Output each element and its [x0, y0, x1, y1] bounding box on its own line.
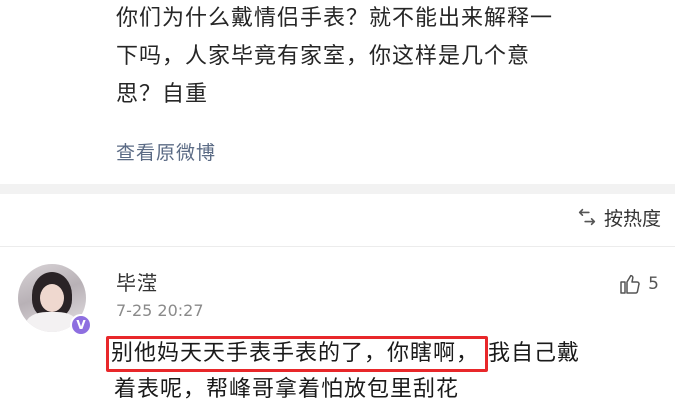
like-button[interactable]: 5 — [618, 272, 659, 296]
highlight-box: 别他妈天天手表手表的了，你瞎啊， — [106, 336, 489, 372]
comment-line: 别他妈天天手表手表的了，你瞎啊， 我自己戴 — [106, 336, 666, 372]
sort-toggle[interactable]: 按热度 — [576, 202, 661, 232]
post-line: 思？自重 — [116, 82, 209, 107]
post-line: 你们为什么戴情侣手表？就不能出来解释一 — [116, 6, 554, 31]
view-original-link[interactable]: 查看原微博 — [116, 138, 216, 165]
sort-label: 按热度 — [603, 207, 661, 230]
comment-timestamp: 7-25 20:27 — [116, 301, 204, 320]
comment-line: 着表呢，帮峰哥拿着怕放包里刮花 — [114, 377, 460, 402]
post-body: 你们为什么戴情侣手表？就不能出来解释一 下吗，人家毕竟有家室，你这样是几个意 思… — [116, 0, 661, 114]
post-line: 下吗，人家毕竟有家室，你这样是几个意 — [116, 44, 531, 69]
sort-icon — [578, 208, 596, 226]
like-count: 5 — [648, 274, 659, 294]
comment-username[interactable]: 毕滢 — [116, 267, 158, 296]
comment-divider — [0, 246, 675, 247]
section-divider — [0, 184, 675, 194]
comment-body: 别他妈天天手表手表的了，你瞎啊， 我自己戴 着表呢，帮峰哥拿着怕放包里刮花 — [106, 336, 666, 408]
comment-text: 我自己戴 — [488, 341, 581, 366]
thumbs-up-icon — [620, 274, 640, 294]
verified-badge-icon: V — [70, 314, 92, 336]
